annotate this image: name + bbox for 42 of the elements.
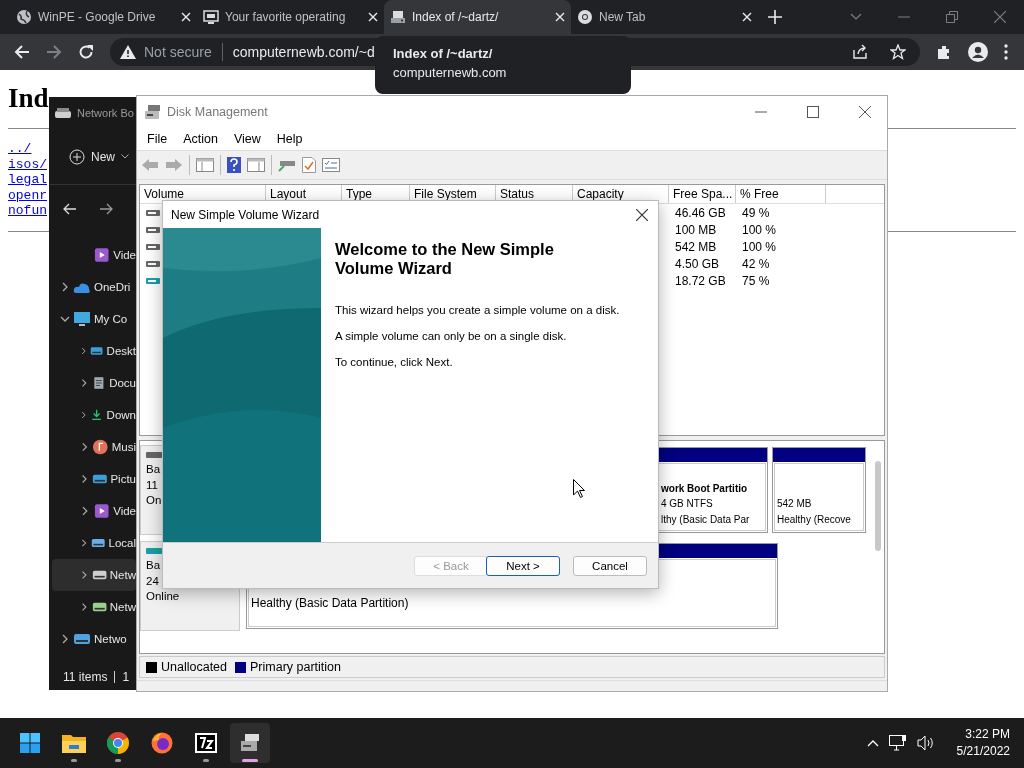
table-cell-text: 42 % [741,256,771,271]
wizard-text: To continue, click Next. [335,356,454,368]
partition-info: 4 GB NTFS [661,497,713,511]
wizard-text: This wizard helps you create a simple volume on a disk. [335,304,620,316]
table-cell-text: 46.46 GB [674,205,727,220]
tab-title: Index of /~dartz/ [412,10,500,24]
wizard-heading: Welcome to the New Simple Volume Wizard [335,240,555,278]
table-cell-text: 100 MB [674,222,718,237]
partition-info: Healthy (Basic Data Partition) [251,596,409,612]
window-title: Network Bo [77,107,134,119]
item-count: 11 items [63,670,108,684]
table-cell-text: 542 MB [674,239,718,254]
dialog-title: New Simple Volume Wizard [171,207,320,222]
table-cell-text: 49 % [741,205,771,220]
legend-label: Unallocated [161,660,227,674]
partition-info: 542 MB [777,497,812,511]
disk-info: Ba [146,462,161,477]
partition-info: work Boot Partitio [661,481,748,496]
tooltip-title: Index of /~dartz/ [393,46,493,61]
partition-info: Healthy (Recove [777,512,851,527]
table-cell-text: 100 % [741,239,778,254]
disk-info: 11 [146,477,158,493]
tab-title: Your favorite operating [225,10,347,24]
legend-label: Primary partition [250,660,341,674]
status-text: 1 [122,670,130,684]
table-cell-text: 100 % [741,222,778,237]
disk-info: Ba [146,558,161,573]
tab-title: WinPE - Google Drive [38,10,157,24]
page-heading: Ind [8,82,49,115]
table-cell-text: 75 % [741,273,771,288]
wizard-text: A simple volume can only be on a single disk. [335,330,568,342]
disk-info: On [146,493,162,508]
partition-info: lthy (Basic Data Par [661,512,750,527]
tab-title: New Tab [599,10,647,24]
table-cell-text: 18.72 GB [674,273,727,288]
disk-info: Online [146,589,180,604]
security-label: Not secure [144,44,212,60]
tooltip-url: computernewb.com [393,65,507,80]
window-title: Disk Management [167,105,268,119]
disk-info: 24 [146,573,159,589]
table-cell-text: 4.50 GB [674,256,721,271]
url-text: computernewb.com/~d [232,44,375,60]
